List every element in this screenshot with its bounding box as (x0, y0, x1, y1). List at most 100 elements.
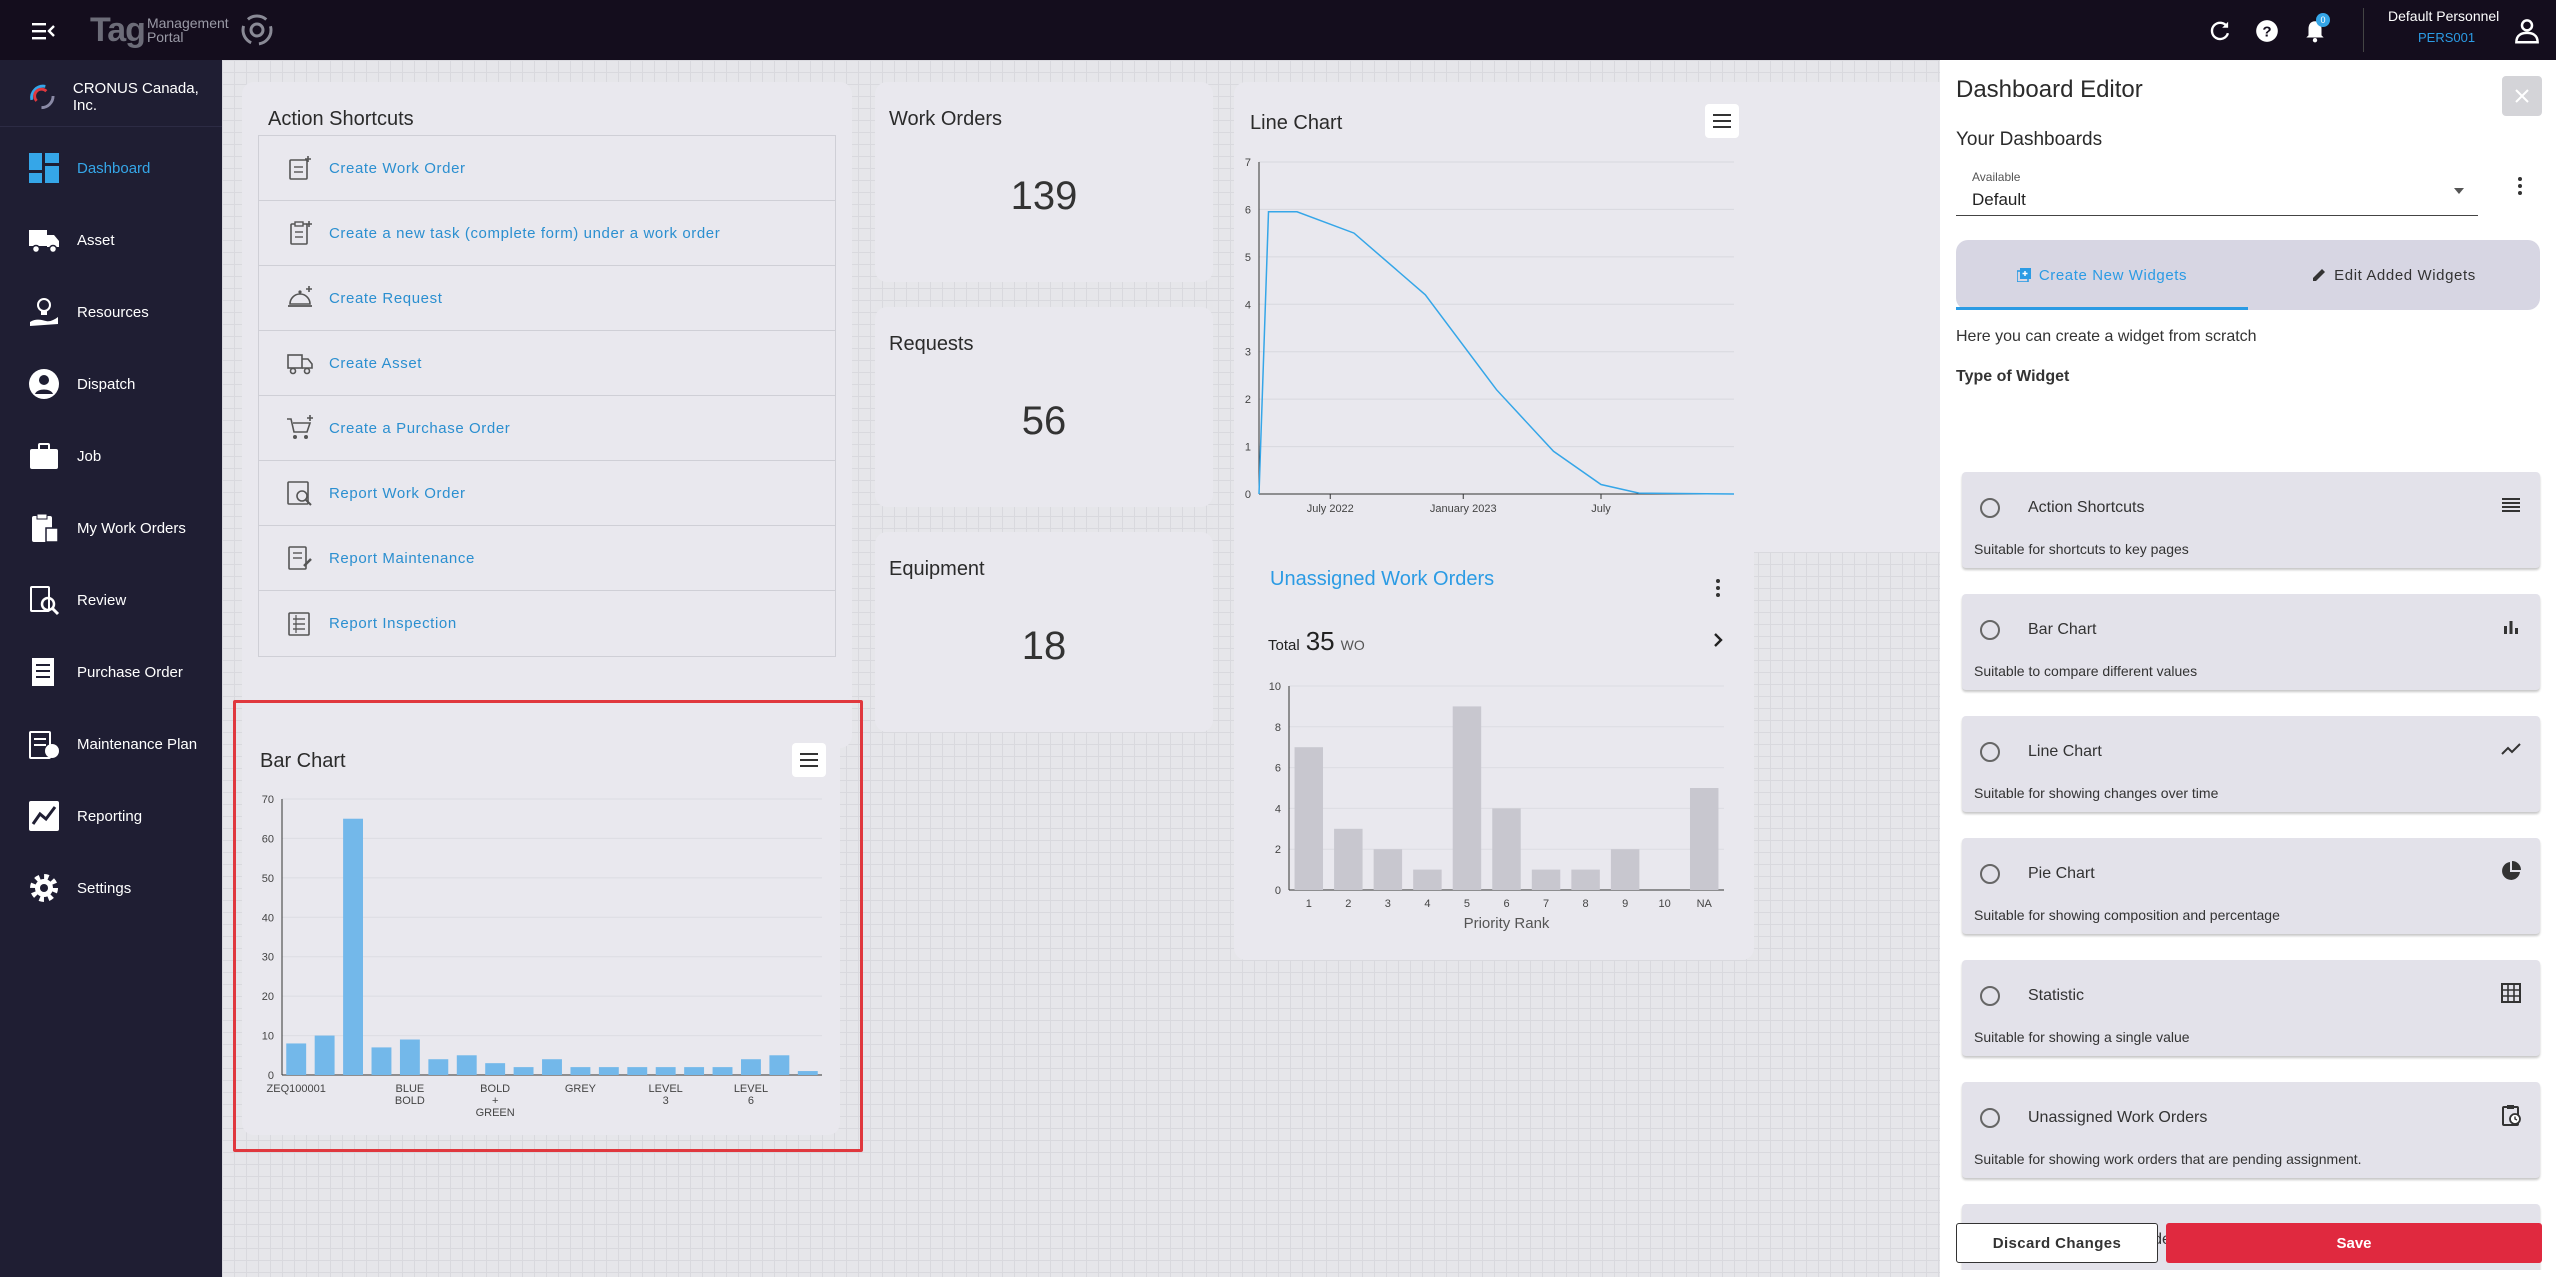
bar (1294, 747, 1324, 890)
service-bell-icon (285, 283, 315, 313)
shortcut-create-purchase-order[interactable]: Create a Purchase Order (259, 396, 835, 461)
x-tick-label: 7 (1543, 898, 1549, 910)
work-orders-stat-card[interactable]: Work Orders 139 (875, 82, 1213, 282)
close-icon (2515, 89, 2529, 103)
widget-description: Suitable for showing work orders that ar… (1974, 1151, 2362, 1167)
table-grid-icon (2500, 982, 2522, 1004)
x-tick-label: BLUE (396, 1083, 425, 1095)
tab-create-new-widgets[interactable]: Create New Widgets (1956, 240, 2248, 310)
sidebar-item-label: Asset (77, 231, 115, 249)
radio-button[interactable] (1980, 864, 2000, 884)
widget-description: Suitable for shortcuts to key pages (1974, 541, 2189, 557)
shortcut-report-inspection[interactable]: Report Inspection (259, 591, 835, 656)
help-icon[interactable]: ? (2254, 18, 2280, 44)
sidebar-item-label: Dashboard (77, 159, 151, 177)
bar (1492, 808, 1521, 890)
sidebar-item-maintenance-plan[interactable]: Maintenance Plan (0, 718, 222, 770)
trend-chart-icon (27, 799, 61, 833)
bar-chart-menu-button[interactable] (792, 743, 826, 777)
bar (769, 1055, 790, 1075)
x-tick-label: BOLD (480, 1083, 510, 1095)
sidebar-item-dashboard[interactable]: Dashboard (0, 142, 222, 194)
shortcut-report-work-order[interactable]: Report Work Order (259, 461, 835, 526)
sidebar-item-settings[interactable]: Settings (0, 862, 222, 914)
line-chart: 0 1 2 3 4 5 6 7 July 2022 January 2023 July (1245, 157, 1735, 515)
widget-description: Suitable to compare different values (1974, 663, 2198, 679)
widget-option-unassigned-work-orders[interactable]: Unassigned Work Orders Suitable for show… (1962, 1082, 2540, 1178)
sidebar: CRONUS Canada, Inc. Dashboard Asset Reso… (0, 60, 222, 1277)
bar-chart-card[interactable]: Bar Chart 0 10 20 30 40 50 60 70 ZEQ100001 BLUE BO… (242, 710, 840, 1135)
refresh-icon[interactable] (2207, 18, 2233, 44)
purchase-order-icon (27, 655, 61, 689)
unassigned-more-options-icon[interactable] (1708, 576, 1728, 600)
widget-option-bar-chart[interactable]: Bar Chart Suitable to compare different … (1962, 594, 2540, 690)
sidebar-item-purchase-order[interactable]: Purchase Order (0, 646, 222, 698)
x-tick-label: GREY (565, 1083, 597, 1095)
tab-label: Create New Widgets (2038, 266, 2188, 284)
user-account-icon[interactable] (2512, 16, 2542, 46)
report-inspection-icon (285, 609, 315, 639)
widget-option-line-chart[interactable]: Line Chart Suitable for showing changes … (1962, 716, 2540, 812)
save-button[interactable]: Save (2166, 1223, 2542, 1263)
radio-button[interactable] (1980, 742, 2000, 762)
action-shortcuts-card: Action Shortcuts Create Work Order Creat… (242, 82, 852, 748)
x-tick-label: LEVEL (649, 1083, 683, 1095)
widget-option-action-shortcuts[interactable]: Action Shortcuts Suitable for shortcuts … (1962, 472, 2540, 568)
widget-tabs: Create New Widgets Edit Added Widgets (1956, 240, 2540, 310)
discard-changes-button[interactable]: Discard Changes (1956, 1223, 2158, 1263)
dashboard-more-options-icon[interactable] (2510, 174, 2530, 198)
shortcut-label: Create Work Order (329, 159, 466, 177)
notification-count-badge: 0 (2316, 13, 2330, 27)
widget-name: Pie Chart (2028, 865, 2095, 882)
person-circle-icon (27, 367, 61, 401)
create-asset-truck-icon (285, 348, 315, 378)
hamburger-icon (800, 753, 818, 767)
close-editor-button[interactable] (2502, 76, 2542, 116)
sidebar-item-my-work-orders[interactable]: My Work Orders (0, 502, 222, 554)
shortcut-report-maintenance[interactable]: Report Maintenance (259, 526, 835, 591)
widget-description: Suitable for showing composition and per… (1974, 907, 2280, 923)
sidebar-item-label: Resources (77, 303, 149, 321)
x-tick-label: 8 (1583, 898, 1589, 910)
sidebar-item-dispatch[interactable]: Dispatch (0, 358, 222, 410)
x-tick-label: 3 (663, 1095, 669, 1107)
shortcut-label: Create a Purchase Order (329, 419, 511, 437)
shortcut-create-work-order[interactable]: Create Work Order (259, 136, 835, 201)
radio-button[interactable] (1980, 986, 2000, 1006)
sidebar-item-resources[interactable]: Resources (0, 286, 222, 338)
dashboard-select[interactable]: Available Default (1956, 162, 2478, 216)
radio-button[interactable] (1980, 620, 2000, 640)
chevron-right-icon[interactable] (1708, 630, 1728, 650)
select-value: Default (1972, 190, 2026, 209)
sidebar-item-review[interactable]: Review (0, 574, 222, 626)
equipment-stat-card[interactable]: Equipment 18 (875, 532, 1213, 732)
sidebar-item-asset[interactable]: Asset (0, 214, 222, 266)
radio-button[interactable] (1980, 1108, 2000, 1128)
line-chart-menu-button[interactable] (1705, 104, 1739, 138)
shortcut-create-request[interactable]: Create Request (259, 266, 835, 331)
x-tick-label: 6 (748, 1095, 754, 1107)
requests-stat-card[interactable]: Requests 56 (875, 307, 1213, 507)
radio-button[interactable] (1980, 498, 2000, 518)
widget-option-statistic[interactable]: Statistic Suitable for showing a single … (1962, 960, 2540, 1056)
sidebar-item-reporting[interactable]: Reporting (0, 790, 222, 842)
sidebar-item-job[interactable]: Job (0, 430, 222, 482)
bar (684, 1067, 705, 1075)
company-switcher[interactable]: CRONUS Canada, Inc. (26, 80, 222, 114)
bar (1373, 849, 1403, 890)
y-tick-label: 2 (1275, 844, 1281, 856)
widget-description: Suitable for showing changes over time (1974, 785, 2219, 801)
stat-value: 139 (1010, 174, 1078, 218)
y-tick-label: 30 (262, 952, 274, 964)
menu-toggle-icon[interactable] (30, 20, 58, 42)
y-tick-label: 70 (262, 794, 274, 806)
card-title: Requests (889, 333, 974, 355)
tab-edit-added-widgets[interactable]: Edit Added Widgets (2248, 240, 2540, 310)
bar (286, 1043, 307, 1075)
total-label: Total (1268, 637, 1300, 654)
shortcut-create-asset[interactable]: Create Asset (259, 331, 835, 396)
sidebar-item-label: Review (77, 591, 127, 609)
widget-option-pie-chart[interactable]: Pie Chart Suitable for showing compositi… (1962, 838, 2540, 934)
app-logo: Tag Management Portal (90, 11, 275, 49)
shortcut-create-task[interactable]: Create a new task (complete form) under … (259, 201, 835, 266)
